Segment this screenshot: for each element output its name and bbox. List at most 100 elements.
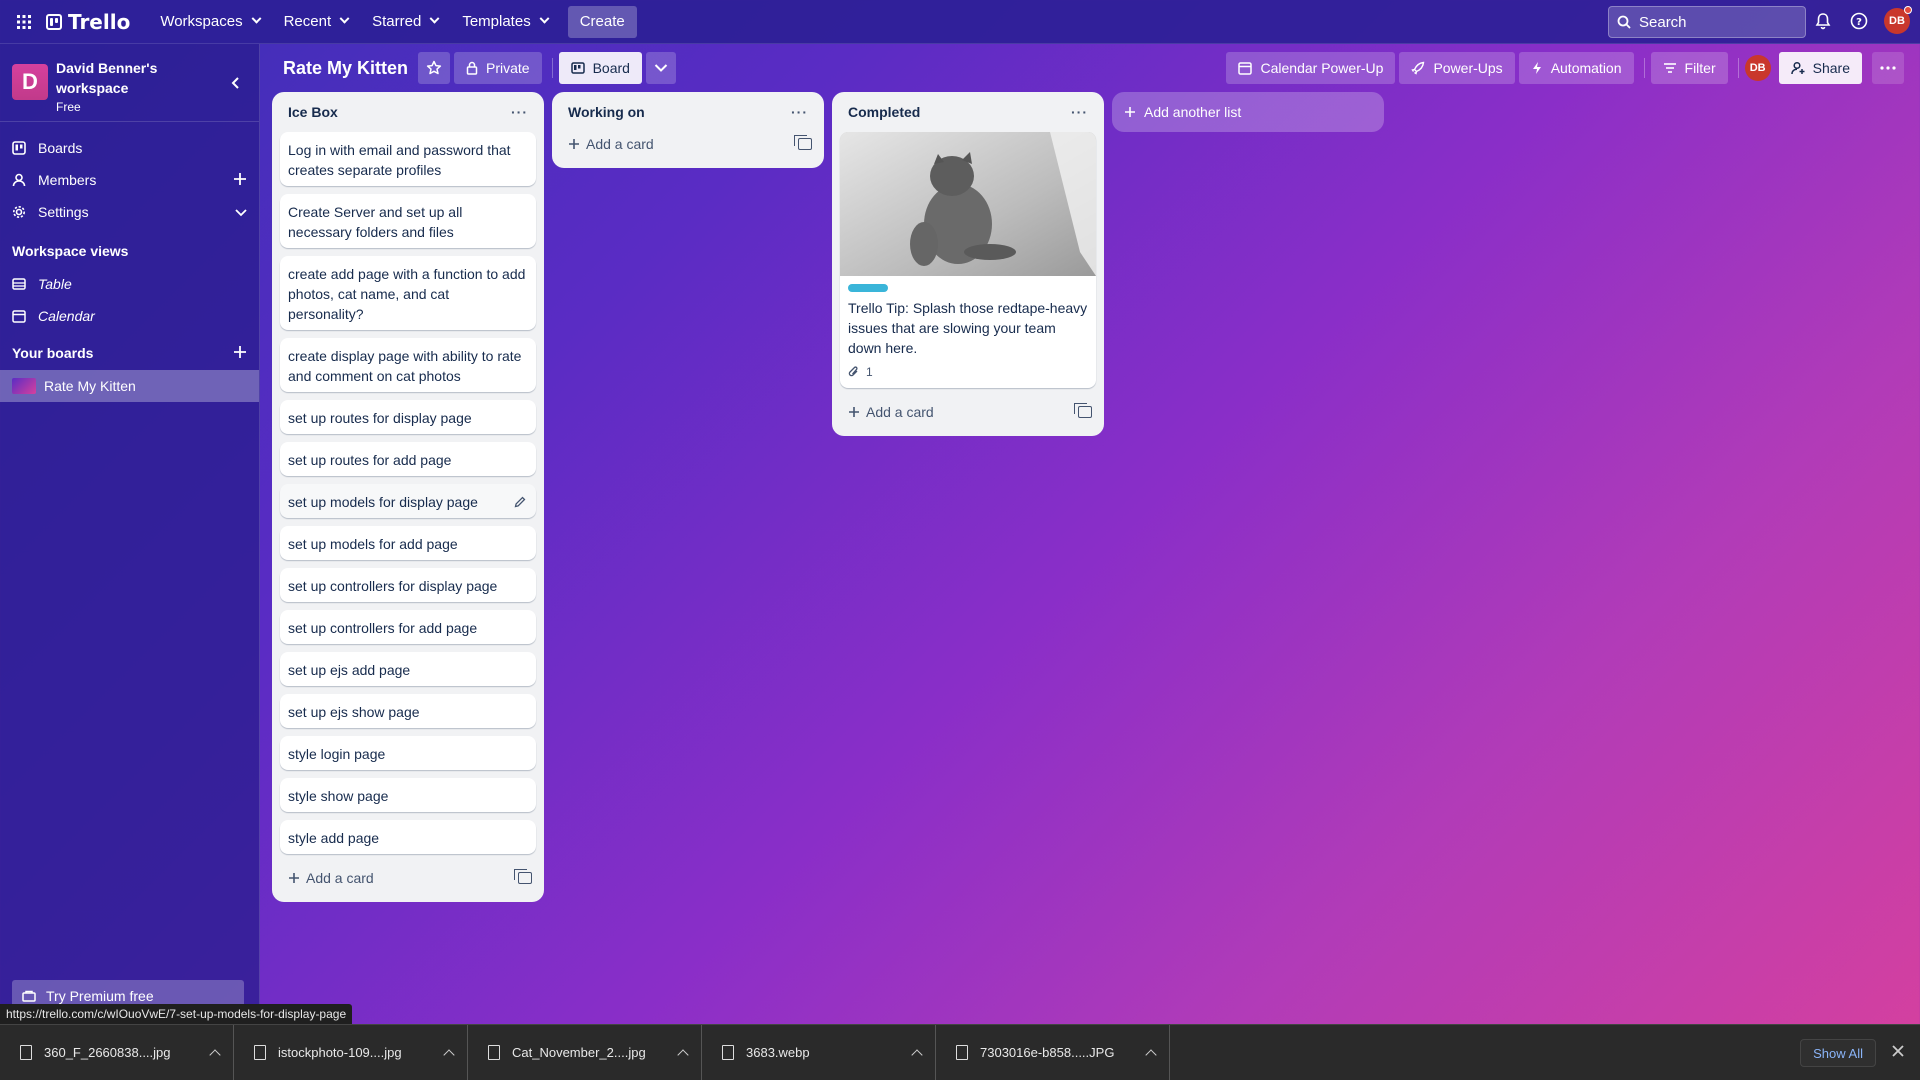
card[interactable]: set up ejs add page (280, 652, 536, 686)
nav-recent[interactable]: Recent (272, 6, 361, 38)
notification-dot (1904, 6, 1912, 14)
card[interactable]: style add page (280, 820, 536, 854)
list-menu-icon[interactable]: ··· (1071, 104, 1088, 120)
filter-icon (1663, 63, 1676, 73)
nav-templates[interactable]: Templates (450, 6, 559, 38)
visibility-button[interactable]: Private (454, 52, 542, 84)
list-header[interactable]: Working on ··· (552, 92, 824, 132)
sidebar-item-settings[interactable]: Settings (0, 196, 259, 228)
create-button[interactable]: Create (567, 5, 637, 38)
board-view-button[interactable]: Board (558, 52, 642, 84)
create-from-template-icon[interactable] (514, 869, 532, 884)
add-card-button[interactable]: Add a card (552, 128, 824, 160)
filter-button[interactable]: Filter (1650, 52, 1728, 84)
edit-pencil-icon[interactable] (514, 494, 526, 514)
download-item[interactable]: 7303016e-b858.....JPG (936, 1024, 1170, 1080)
search-input[interactable]: Search (1608, 6, 1806, 38)
download-item[interactable]: 3683.webp (702, 1024, 936, 1080)
card[interactable]: set up routes for display page (280, 400, 536, 434)
automation-button[interactable]: Automation (1518, 52, 1634, 84)
list-completed: Completed ··· Trello Tip: Splash those r… (832, 92, 1104, 436)
card-label[interactable] (848, 284, 888, 292)
file-icon (254, 1045, 266, 1060)
sidebar-view-calendar[interactable]: Calendar (0, 300, 259, 332)
trello-logo[interactable]: Trello (46, 10, 130, 34)
download-item[interactable]: istockphoto-109....jpg (234, 1024, 468, 1080)
card[interactable]: set up ejs show page (280, 694, 536, 728)
sidebar-view-table[interactable]: Table (0, 268, 259, 300)
chevron-up-icon[interactable] (209, 1048, 221, 1061)
download-item[interactable]: 360_F_2660838....jpg (0, 1024, 234, 1080)
card-hovered[interactable]: set up models for display page (280, 484, 536, 518)
workspace-views-heading: Workspace views (12, 243, 129, 259)
workspace-plan: Free (56, 100, 81, 114)
card[interactable]: set up controllers for display page (280, 568, 536, 602)
chevron-down-icon[interactable] (235, 204, 247, 220)
card-with-cover[interactable]: Trello Tip: Splash those redtape-heavy i… (840, 132, 1096, 388)
app-switcher-icon[interactable] (12, 10, 36, 34)
chevron-up-icon[interactable] (1145, 1048, 1157, 1061)
premium-icon (22, 990, 36, 1002)
list-menu-icon[interactable]: ··· (791, 104, 808, 120)
board-view-icon (570, 62, 585, 74)
calendar-power-up-button[interactable]: Calendar Power-Up (1226, 52, 1396, 84)
star-board-button[interactable] (418, 52, 451, 84)
card-cover-image (840, 132, 1096, 276)
download-item[interactable]: Cat_November_2....jpg (468, 1024, 702, 1080)
collapse-sidebar-button[interactable] (225, 72, 247, 94)
card[interactable]: set up routes for add page (280, 442, 536, 476)
notifications-icon[interactable] (1812, 10, 1834, 32)
board-menu-button[interactable] (1872, 52, 1904, 84)
card[interactable]: create display page with ability to rate… (280, 338, 536, 392)
card[interactable]: style show page (280, 778, 536, 812)
lightning-icon (1532, 62, 1541, 74)
board-icon (12, 141, 26, 155)
card[interactable]: create add page with a function to add p… (280, 256, 536, 330)
card[interactable]: Create Server and set up all necessary f… (280, 194, 536, 248)
card[interactable]: Log in with email and password that crea… (280, 132, 536, 186)
add-another-list-button[interactable]: Add another list (1112, 92, 1384, 132)
chevron-up-icon[interactable] (677, 1048, 689, 1061)
nav-workspaces[interactable]: Workspaces (148, 6, 271, 38)
nav-starred[interactable]: Starred (360, 6, 450, 38)
add-card-button[interactable]: Add a card (272, 862, 544, 894)
create-from-template-icon[interactable] (794, 135, 812, 150)
star-icon (426, 60, 442, 75)
list-header[interactable]: Ice Box ··· (272, 92, 544, 132)
add-card-button[interactable]: Add a card (832, 396, 1104, 428)
sidebar-board-rate-my-kitten[interactable]: Rate My Kitten (0, 370, 259, 402)
chevron-up-icon[interactable] (443, 1048, 455, 1061)
close-icon[interactable] (1890, 1043, 1906, 1059)
add-board-icon[interactable] (233, 345, 247, 362)
customize-views-button[interactable] (645, 52, 676, 84)
board-title[interactable]: Rate My Kitten (273, 58, 418, 79)
svg-text:?: ? (1856, 17, 1862, 28)
help-icon[interactable]: ? (1848, 10, 1870, 32)
show-all-downloads-button[interactable]: Show All (1800, 1039, 1876, 1067)
power-ups-button[interactable]: Power-Ups (1399, 52, 1515, 84)
workspace-header: D David Benner's workspace Free (0, 44, 259, 122)
share-button[interactable]: Share (1778, 52, 1862, 84)
card[interactable]: set up models for add page (280, 526, 536, 560)
list-header[interactable]: Completed ··· (832, 92, 1104, 132)
list-menu-icon[interactable]: ··· (511, 104, 528, 120)
attachment-badge: 1 (848, 362, 1088, 382)
user-avatar[interactable]: DB (1884, 6, 1912, 34)
chevron-down-icon (251, 13, 262, 24)
create-from-template-icon[interactable] (1074, 403, 1092, 418)
chevron-up-icon[interactable] (911, 1048, 923, 1061)
workspace-name[interactable]: David Benner's workspace (56, 58, 196, 98)
sidebar-item-boards[interactable]: Boards (0, 132, 259, 164)
calendar-icon (12, 310, 26, 323)
sidebar-item-members[interactable]: Members (0, 164, 259, 196)
chevron-left-icon (231, 77, 239, 89)
add-member-icon[interactable] (233, 172, 247, 189)
card[interactable]: set up controllers for add page (280, 610, 536, 644)
divider (551, 58, 553, 78)
card[interactable]: style login page (280, 736, 536, 770)
board-thumbnail (12, 378, 36, 394)
board-member-avatar[interactable]: DB (1744, 55, 1771, 81)
divider (1737, 58, 1739, 78)
file-icon (488, 1045, 500, 1060)
chevron-down-icon (539, 13, 550, 24)
